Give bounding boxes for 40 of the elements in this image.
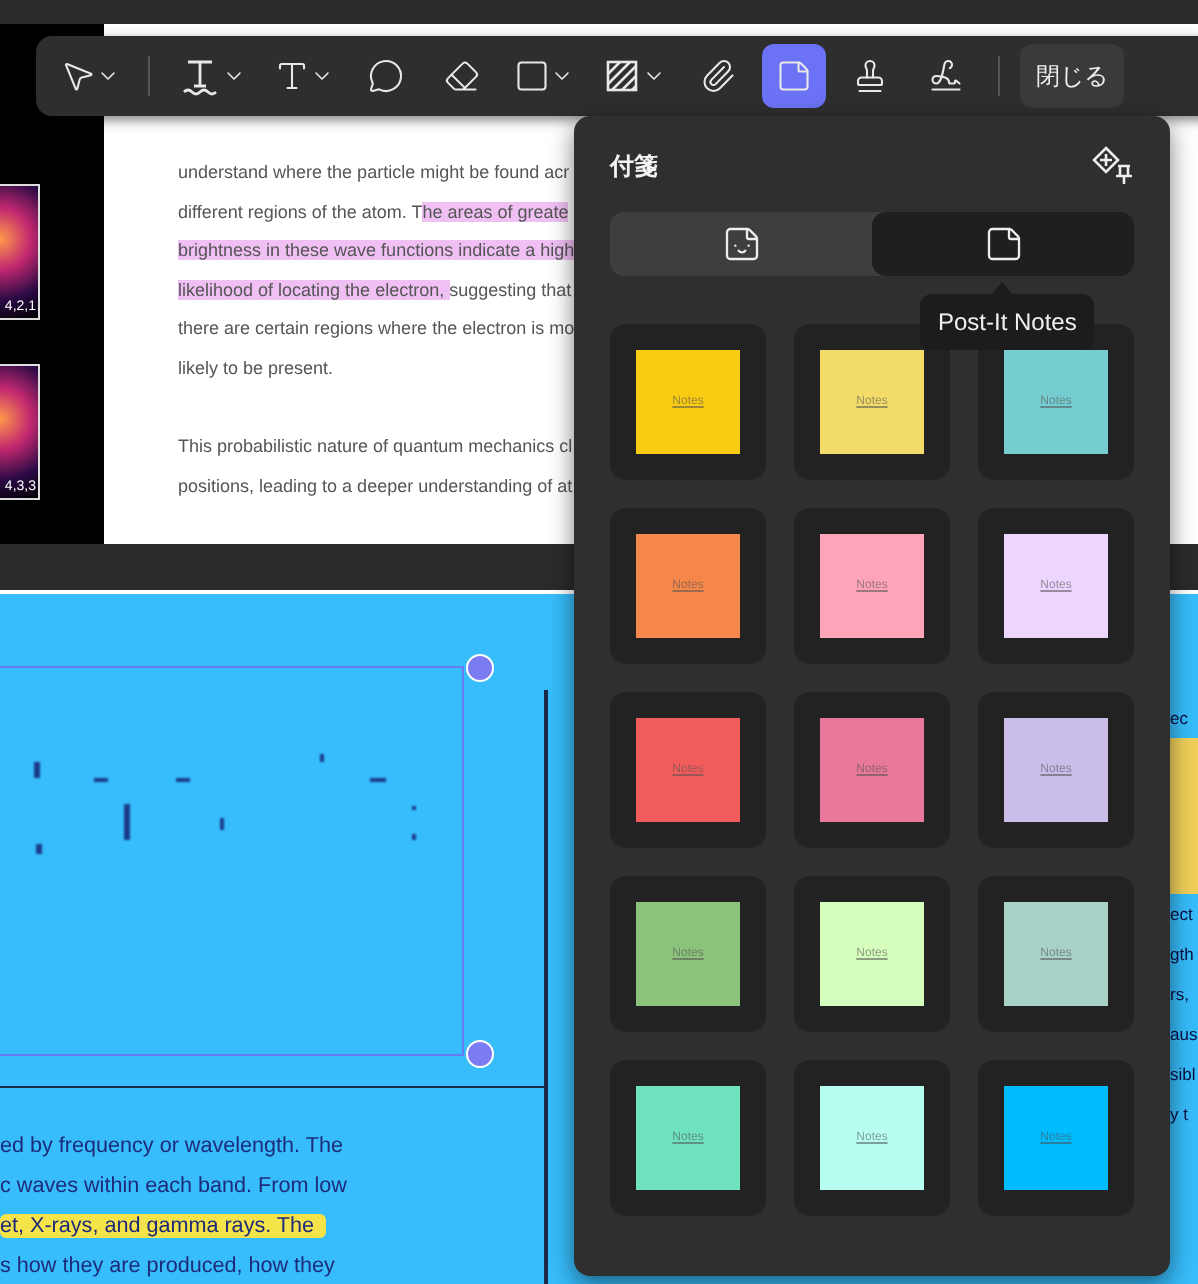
sticky-note-icon	[776, 58, 812, 94]
body-text: This probabilistic nature of quantum mechanics cl	[178, 436, 573, 457]
body-text: suggesting that	[449, 279, 572, 300]
body-text: ed by frequency or wavelength. The	[0, 1134, 343, 1158]
body-text: y t	[1170, 1102, 1190, 1128]
stamp-icon	[852, 58, 888, 94]
pointer-icon	[60, 58, 96, 94]
highlighted-text: et, X-rays, and gamma rays. The	[0, 1214, 327, 1238]
body-text: gth	[1170, 942, 1196, 968]
comment-icon	[368, 58, 404, 94]
tool-button[interactable]	[762, 44, 826, 108]
text-icon	[274, 58, 310, 94]
tooltip: Post-It Notes	[920, 294, 1095, 350]
highlighted-text: he areas of greate	[422, 201, 569, 222]
resize-handle[interactable]	[466, 654, 494, 682]
close-button[interactable]: 閉じる	[1020, 44, 1124, 108]
hatched-square-icon	[602, 56, 642, 96]
body-text: likely to be present.	[178, 357, 334, 378]
body-text: sibl	[1170, 1062, 1198, 1088]
highlighted-text: likelihood of locating the electron,	[178, 279, 450, 300]
sticky-note-icon	[983, 224, 1023, 264]
body-text: different regions of the atom. T	[178, 201, 423, 222]
body-text: ec	[1170, 706, 1190, 732]
panel-title: 付箋	[610, 149, 658, 183]
body-text: s how they are produced, how they	[0, 1254, 335, 1278]
body-text: understand where the particle might be found acr	[178, 162, 570, 182]
paperclip-icon	[700, 58, 736, 94]
highlighted-text: brightness in these wave functions indicate a high	[178, 240, 575, 261]
rectangle-icon	[514, 58, 550, 94]
body-text: c waves within each band. From low	[0, 1174, 347, 1198]
sticker-icon	[721, 224, 761, 264]
body-text: positions, leading to a deeper understanding of at	[178, 475, 573, 496]
body-text: rs,	[1170, 982, 1191, 1008]
body-text: there are certain regions where the electron is mo	[178, 318, 575, 339]
eraser-icon	[444, 58, 480, 94]
body-text: aus	[1170, 1022, 1198, 1048]
resize-handle[interactable]	[466, 1040, 494, 1068]
signature-icon	[928, 58, 964, 94]
add-pin-icon[interactable]	[1090, 144, 1134, 188]
body-text: ect	[1170, 902, 1195, 928]
